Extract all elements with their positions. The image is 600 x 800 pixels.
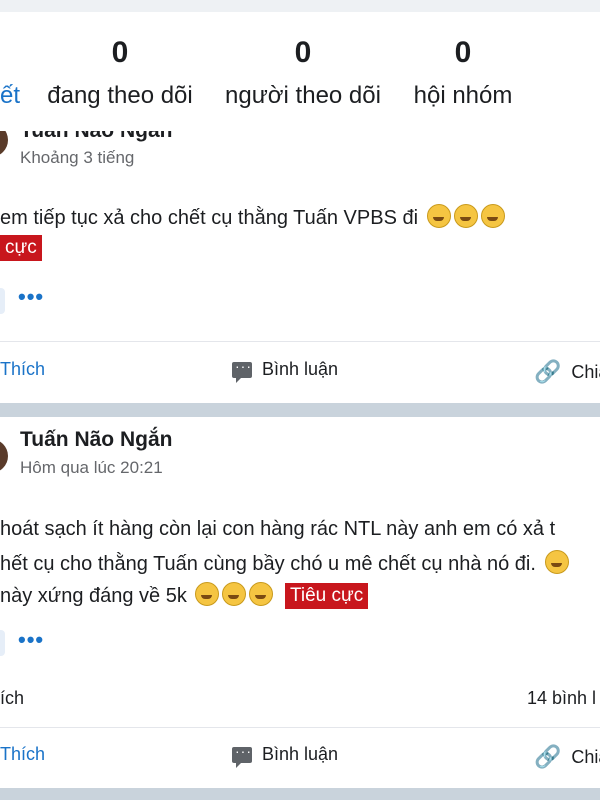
sentiment-line: cực bbox=[0, 235, 42, 261]
divider bbox=[0, 727, 600, 728]
grinning-face-icon bbox=[453, 204, 478, 228]
grimacing-face-icon bbox=[222, 582, 247, 606]
like-button[interactable]: Thích bbox=[0, 359, 45, 380]
stat-count: 0 bbox=[111, 36, 129, 69]
more-options-icon[interactable]: ••• bbox=[18, 627, 44, 653]
comment-label: Bình luận bbox=[262, 744, 339, 764]
grinning-face-icon bbox=[544, 550, 569, 574]
share-button[interactable]: 🔗 Chia bbox=[534, 359, 600, 385]
grimacing-face-icon bbox=[195, 582, 220, 606]
divider bbox=[0, 341, 600, 342]
avatar[interactable] bbox=[0, 439, 8, 473]
post-content-line: này xứng đáng về 5k Tiêu cực bbox=[0, 582, 369, 609]
sentiment-tag: Tiêu cực bbox=[284, 583, 369, 609]
post-card: Tuấn Não Ngắn Khoảng 3 tiếng em tiếp tục… bbox=[0, 131, 600, 403]
stat-label: đang theo dõi bbox=[47, 82, 193, 109]
comment-label: Bình luận bbox=[262, 359, 339, 379]
share-button[interactable]: 🔗 Chia bbox=[534, 744, 600, 770]
more-options-icon[interactable]: ••• bbox=[18, 284, 44, 310]
post-author[interactable]: Tuấn Não Ngắn bbox=[20, 131, 172, 143]
comment-icon bbox=[232, 358, 252, 383]
post-author[interactable]: Tuấn Não Ngắn bbox=[20, 428, 172, 452]
post-content-line: hết cụ cho thằng Tuấn cùng bầy chó u mê … bbox=[0, 550, 569, 576]
post-text: này xứng đáng về 5k bbox=[0, 585, 187, 607]
grinning-face-icon bbox=[480, 204, 505, 228]
stat-label-partial[interactable]: ết bbox=[0, 82, 20, 110]
comment-icon bbox=[232, 743, 252, 768]
comment-button[interactable]: Bình luận bbox=[232, 358, 339, 383]
like-label: Thích bbox=[0, 359, 46, 379]
link-icon: 🔗 bbox=[534, 359, 562, 384]
reaction-chip[interactable] bbox=[0, 288, 5, 314]
post-content: em tiếp tục xả cho chết cụ thằng Tuấn VP… bbox=[0, 204, 505, 230]
comment-button[interactable]: Bình luận bbox=[232, 743, 339, 768]
top-strip bbox=[0, 0, 600, 12]
link-icon: 🔗 bbox=[534, 744, 562, 769]
post-time[interactable]: Khoảng 3 tiếng bbox=[20, 148, 134, 168]
post-content-line: hoát sạch ít hàng còn lại con hàng rác N… bbox=[0, 518, 555, 541]
reaction-chip[interactable] bbox=[0, 630, 5, 656]
share-label: Chia bbox=[571, 361, 600, 382]
share-label: Chia bbox=[571, 746, 600, 767]
grinning-face-icon bbox=[426, 204, 451, 228]
stat-count: 0 bbox=[454, 36, 472, 69]
comment-count[interactable]: 14 bình l bbox=[527, 688, 596, 709]
post-text: em tiếp tục xả cho chết cụ thằng Tuấn VP… bbox=[0, 207, 419, 229]
avatar[interactable] bbox=[0, 131, 8, 157]
grimacing-face-icon bbox=[249, 582, 274, 606]
sentiment-tag: cực bbox=[0, 235, 42, 261]
post-text: hoát sạch ít hàng còn lại con hàng rác N… bbox=[0, 518, 556, 540]
profile-stats-bar: ết 0 đang theo dõi 0 người theo dõi 0 hộ… bbox=[0, 12, 600, 133]
post-card: Tuấn Não Ngắn Hôm qua lúc 20:21 hoát sạc… bbox=[0, 417, 600, 788]
stat-label: hội nhóm bbox=[413, 82, 513, 109]
post-time[interactable]: Hôm qua lúc 20:21 bbox=[20, 458, 163, 478]
like-button[interactable]: Thích bbox=[0, 744, 45, 765]
like-label: Thích bbox=[0, 744, 46, 764]
post-text: hết cụ cho thằng Tuấn cùng bầy chó u mê … bbox=[0, 553, 536, 575]
reaction-summary[interactable]: ích bbox=[0, 688, 24, 709]
